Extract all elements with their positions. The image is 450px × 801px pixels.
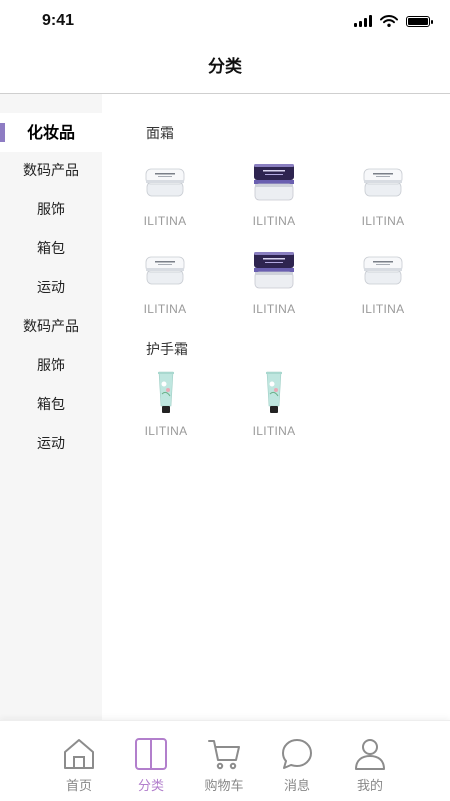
sidebar-item-label: 数码产品 xyxy=(23,319,79,335)
sidebar-item-apparel[interactable]: 服饰 xyxy=(0,191,102,230)
product-card[interactable]: ILITINA xyxy=(234,160,314,228)
product-content: 面霜 ILITINA ILITINA ILITINA ILITINA ILITI… xyxy=(102,94,450,720)
sidebar-item-label: 运动 xyxy=(37,280,65,296)
product-card[interactable]: ILITINA xyxy=(234,248,314,316)
navigation-bar: 分类 xyxy=(0,44,450,94)
category-list: 化妆品 数码产品 服饰 箱包 运动 数码产品 服饰 箱包 运动 xyxy=(0,113,102,464)
product-card[interactable]: ILITINA xyxy=(343,160,423,228)
tab-messages[interactable]: 消息 xyxy=(267,737,327,794)
status-bar: 9:41 xyxy=(0,0,450,44)
hand-cream-tube-image xyxy=(158,371,174,413)
white-cream-jar-image xyxy=(363,168,403,197)
sidebar-item-bags-2[interactable]: 箱包 xyxy=(0,386,102,425)
user-icon xyxy=(355,739,385,770)
wifi-icon xyxy=(380,15,398,27)
product-brand: ILITINA xyxy=(361,214,405,228)
tab-label: 首页 xyxy=(65,779,92,794)
section-title-hand-cream: 护手霜 xyxy=(146,342,188,358)
product-brand: ILITINA xyxy=(143,302,187,316)
section-title-face-cream: 面霜 xyxy=(146,126,174,142)
tab-category[interactable]: 分类 xyxy=(121,737,181,794)
sidebar-item-label: 运动 xyxy=(37,436,65,452)
bottom-tab-bar: 首页 分类 购物车 消息 我的 xyxy=(0,720,450,801)
product-card[interactable]: ILITINA xyxy=(126,370,206,438)
purple-cream-jar-image xyxy=(254,252,294,289)
sidebar-item-label: 服饰 xyxy=(37,202,65,218)
tab-profile[interactable]: 我的 xyxy=(340,737,400,794)
tab-label: 我的 xyxy=(356,779,383,794)
home-icon xyxy=(64,739,94,769)
sidebar-item-label: 服饰 xyxy=(37,358,65,374)
product-brand: ILITINA xyxy=(144,424,188,438)
sidebar-item-label: 箱包 xyxy=(37,241,65,257)
sidebar-item-cosmetics[interactable]: 化妆品 xyxy=(0,113,102,152)
status-time: 9:41 xyxy=(42,12,75,29)
hand-cream-tube-image xyxy=(266,371,282,413)
purple-cream-jar-image xyxy=(254,164,294,201)
sidebar-item-label: 化妆品 xyxy=(26,123,75,142)
sidebar-item-digital-2[interactable]: 数码产品 xyxy=(0,308,102,347)
page-title: 分类 xyxy=(208,57,242,77)
white-cream-jar-image xyxy=(145,256,185,285)
product-card[interactable]: ILITINA xyxy=(125,248,205,316)
tab-label: 消息 xyxy=(283,779,310,794)
sidebar-item-bags[interactable]: 箱包 xyxy=(0,230,102,269)
tab-home[interactable]: 首页 xyxy=(49,737,109,794)
tab-label: 分类 xyxy=(137,779,164,794)
product-brand: ILITINA xyxy=(252,302,296,316)
message-icon xyxy=(282,739,312,769)
white-cream-jar-image xyxy=(145,168,185,197)
product-card[interactable]: ILITINA xyxy=(125,160,205,228)
cart-icon xyxy=(208,740,240,770)
sidebar-item-sports[interactable]: 运动 xyxy=(0,269,102,308)
signal-icon xyxy=(354,15,372,27)
product-brand: ILITINA xyxy=(252,214,296,228)
sidebar-item-digital[interactable]: 数码产品 xyxy=(0,152,102,191)
product-brand: ILITINA xyxy=(143,214,187,228)
sidebar-item-label: 数码产品 xyxy=(23,163,79,179)
sidebar-item-apparel-2[interactable]: 服饰 xyxy=(0,347,102,386)
tab-cart[interactable]: 购物车 xyxy=(194,737,254,794)
active-indicator xyxy=(0,123,5,142)
sidebar-item-sports-2[interactable]: 运动 xyxy=(0,425,102,464)
category-sidebar: 化妆品 数码产品 服饰 箱包 运动 数码产品 服饰 箱包 运动 xyxy=(0,94,102,720)
product-card[interactable]: ILITINA xyxy=(234,370,314,438)
product-card[interactable]: ILITINA xyxy=(343,248,423,316)
category-icon xyxy=(135,738,167,770)
product-brand: ILITINA xyxy=(252,424,296,438)
battery-icon xyxy=(406,15,433,27)
product-brand: ILITINA xyxy=(361,302,405,316)
status-icons xyxy=(354,15,433,27)
sidebar-item-label: 箱包 xyxy=(37,397,65,413)
tab-label: 购物车 xyxy=(204,779,244,794)
white-cream-jar-image xyxy=(363,256,403,285)
